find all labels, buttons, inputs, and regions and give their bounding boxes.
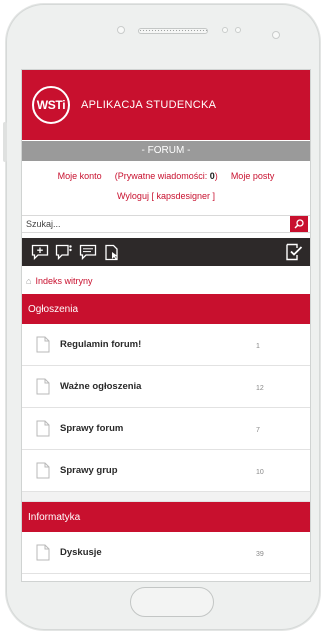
section-spacer — [22, 492, 310, 502]
unanswered-icon — [55, 244, 72, 260]
phone-screen: WSTi APLIKACJA STUDENCKA - FORUM - Moje … — [22, 70, 310, 581]
proximity-sensor-icon — [222, 27, 228, 33]
active-topics-button[interactable] — [102, 242, 122, 262]
unanswered-button[interactable] — [54, 242, 74, 262]
volume-button — [3, 122, 7, 162]
new-posts-button[interactable] — [78, 242, 98, 262]
my-account-link[interactable]: Moje konto — [58, 171, 102, 181]
document-icon — [36, 420, 50, 437]
forum-title-bar: - FORUM - — [22, 141, 310, 161]
home-button[interactable] — [130, 587, 214, 617]
forum-row[interactable]: Sprawy forum 7 — [22, 408, 310, 450]
pm-close: ) — [214, 171, 218, 181]
logo-text: WSTi — [36, 98, 66, 112]
section-header-announcements[interactable]: Ogłoszenia — [22, 294, 310, 324]
home-icon: ⌂ — [26, 276, 32, 286]
mark-read-button[interactable] — [284, 242, 304, 262]
topic-count: 10 — [256, 468, 264, 476]
new-posts-icon — [79, 244, 97, 260]
forum-name[interactable]: Regulamin forum! — [60, 339, 141, 350]
breadcrumb-index-link[interactable]: Indeks witryny — [35, 276, 92, 286]
forum-name[interactable]: Dyskusje — [60, 547, 102, 558]
app-title: APLIKACJA STUDENCKA — [81, 99, 217, 111]
mark-read-icon — [286, 243, 303, 261]
forum-toolbar — [22, 238, 310, 266]
breadcrumb: ⌂ Indeks witryny — [22, 266, 310, 294]
light-sensor-icon — [235, 27, 241, 33]
search-bar — [22, 215, 310, 233]
new-topic-icon — [31, 244, 49, 260]
my-posts-link[interactable]: Moje posty — [231, 171, 275, 181]
forum-row[interactable]: Regulamin forum! 1 — [22, 324, 310, 366]
search-input[interactable] — [22, 216, 290, 232]
forum-row[interactable]: Dyskusje 39 — [22, 532, 310, 574]
document-icon — [36, 462, 50, 479]
front-camera-icon — [117, 26, 125, 34]
logout-link[interactable]: Wyloguj [ kapsdesigner ] — [117, 191, 215, 201]
document-icon — [36, 544, 50, 561]
topic-count: 1 — [256, 342, 260, 350]
document-icon — [36, 336, 50, 353]
topic-count: 12 — [256, 384, 264, 392]
section-header-informatics[interactable]: Informatyka — [22, 502, 310, 532]
account-links: Moje konto (Prywatne wiadomości: 0) Moje… — [22, 161, 310, 202]
earpiece-speaker — [138, 28, 208, 34]
forum-name[interactable]: Ważne ogłoszenia — [60, 381, 141, 392]
notification-led-icon — [272, 31, 280, 39]
new-topic-button[interactable] — [30, 242, 50, 262]
search-icon — [294, 219, 304, 229]
topic-count: 39 — [256, 550, 264, 558]
active-topics-icon — [105, 244, 118, 260]
forum-row[interactable]: Ważne ogłoszenia 12 — [22, 366, 310, 408]
search-button[interactable] — [290, 216, 308, 232]
forum-name[interactable]: Sprawy forum — [60, 423, 123, 434]
private-messages-link[interactable]: (Prywatne wiadomości: 0) — [115, 171, 218, 181]
app-header: WSTi APLIKACJA STUDENCKA — [22, 70, 310, 140]
pm-label: (Prywatne wiadomości: — [114, 171, 210, 181]
wsti-logo[interactable]: WSTi — [32, 86, 70, 124]
forum-row[interactable]: Sprawy grup 10 — [22, 450, 310, 492]
document-icon — [36, 378, 50, 395]
topic-count: 7 — [256, 426, 260, 434]
forum-name[interactable]: Sprawy grup — [60, 465, 118, 476]
